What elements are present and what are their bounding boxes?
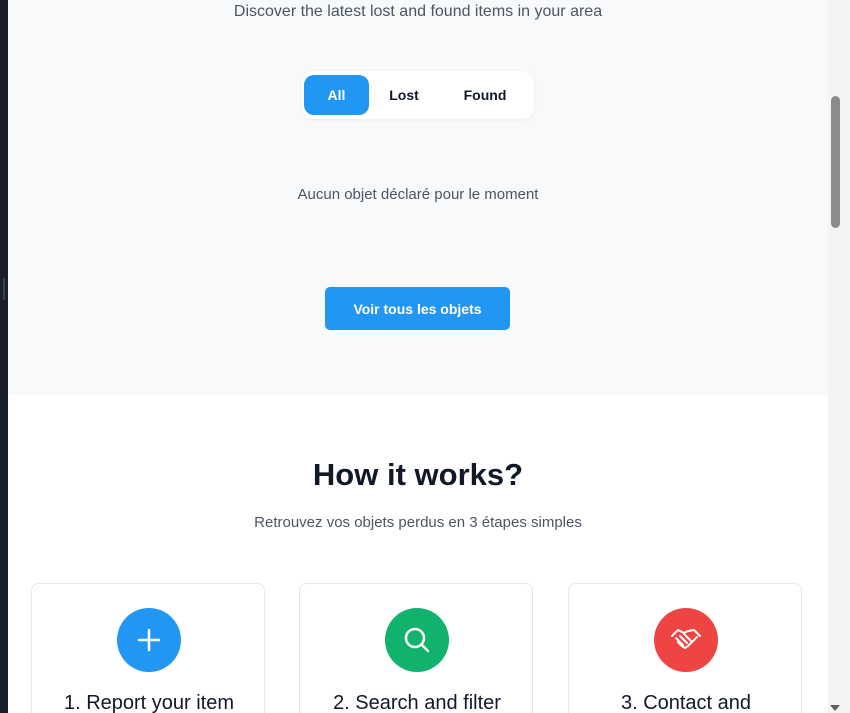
window-left-edge	[0, 0, 8, 713]
step-card-search: 2. Search and filter	[299, 583, 533, 713]
see-all-items-button[interactable]: Voir tous les objets	[325, 287, 510, 330]
how-it-works-section: How it works? Retrouvez vos objets perdu…	[8, 395, 828, 713]
how-it-works-title: How it works?	[312, 457, 524, 492]
scroll-down-arrow-icon[interactable]	[830, 705, 840, 711]
resize-grip[interactable]	[3, 278, 5, 300]
step-title: 1. Report your item	[63, 692, 235, 713]
plus-icon	[117, 608, 181, 672]
filter-found-button[interactable]: Found	[442, 75, 528, 115]
search-icon	[385, 608, 449, 672]
recent-items-subtitle: Discover the latest lost and found items…	[233, 3, 603, 20]
empty-state-message: Aucun objet déclaré pour le moment	[297, 186, 539, 203]
handshake-icon	[654, 608, 718, 672]
page-viewport: Discover the latest lost and found items…	[8, 0, 828, 713]
how-it-works-subtitle: Retrouvez vos objets perdus en 3 étapes …	[254, 514, 582, 531]
step-card-contact: 3. Contact and	[568, 583, 802, 713]
recent-items-section: Discover the latest lost and found items…	[8, 0, 828, 395]
filter-lost-button[interactable]: Lost	[374, 75, 434, 115]
vertical-scrollbar[interactable]	[828, 0, 850, 713]
step-title: 3. Contact and	[620, 692, 752, 713]
step-title: 2. Search and filter	[333, 692, 501, 713]
step-card-report: 1. Report your item	[31, 583, 265, 713]
filter-all-button[interactable]: All	[304, 75, 369, 115]
scrollbar-thumb[interactable]	[831, 96, 840, 228]
item-type-filter: All Lost Found	[302, 71, 534, 119]
